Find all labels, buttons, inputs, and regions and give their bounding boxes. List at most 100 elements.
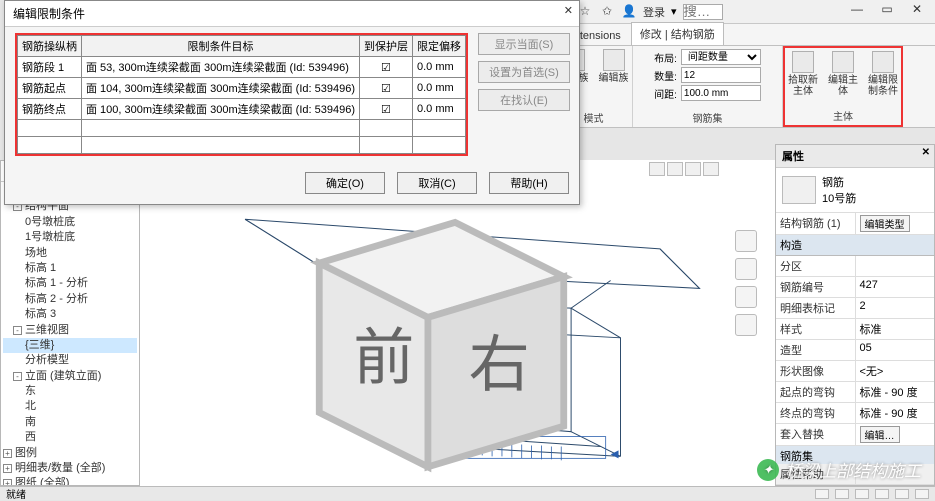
status-bar: 就绪 xyxy=(0,486,935,500)
tree-item[interactable]: 场地 xyxy=(3,246,137,261)
status-icon[interactable] xyxy=(915,489,929,499)
table-row: 钢筋终点面 100, 300m连续梁截面 300m连续梁截面 (Id: 5394… xyxy=(18,99,466,120)
type-thumb-icon xyxy=(782,176,816,204)
watermark: ✦ 桥梁上部结构施工 xyxy=(757,457,921,482)
ok-button[interactable]: 确定(O) xyxy=(305,172,385,194)
props-section[interactable]: 构造 xyxy=(776,235,934,256)
status-icon[interactable] xyxy=(855,489,869,499)
ribbon-tabs: Extensions 修改 | 结构钢筋 xyxy=(555,24,935,46)
tree-item: +图例 xyxy=(3,446,137,461)
ribbon-panel-rebar-set: 布局:间距数量 数量: 间距: 钢筋集 xyxy=(633,46,783,127)
help-button[interactable]: 帮助(H) xyxy=(489,172,569,194)
status-icon[interactable] xyxy=(835,489,849,499)
table-row xyxy=(18,137,466,154)
ribbon-panel-host: 拾取新主体 编辑主体 编辑限制条件 主体 xyxy=(783,46,903,127)
panel-label: 钢筋集 xyxy=(693,108,723,125)
orbit-icon[interactable] xyxy=(735,314,757,336)
status-icon[interactable] xyxy=(815,489,829,499)
edit-constraints-button[interactable]: 编辑限制条件 xyxy=(866,51,900,97)
edit-button[interactable]: 编辑… xyxy=(860,426,900,443)
set-preferred-button[interactable]: 设置为首选(S) xyxy=(478,61,570,83)
pan-icon[interactable] xyxy=(735,258,757,280)
tree-item[interactable]: 标高 1 - 分析 xyxy=(3,276,137,291)
tree-item[interactable]: 东 xyxy=(3,384,137,399)
tree-item[interactable]: 标高 3 xyxy=(3,307,137,322)
spacing-input[interactable] xyxy=(681,85,761,101)
find-ref-button[interactable]: 在找认(E) xyxy=(478,89,570,111)
minimize-button[interactable]: — xyxy=(843,2,871,22)
status-text: 就绪 xyxy=(6,486,26,501)
steering-wheel-icon[interactable] xyxy=(735,230,757,252)
layout-select[interactable]: 间距数量 xyxy=(681,49,761,65)
tree-item[interactable]: 0号墩桩底 xyxy=(3,215,137,230)
tree-item[interactable]: 标高 2 - 分析 xyxy=(3,292,137,307)
show-face-button[interactable]: 显示当面(S) xyxy=(478,33,570,55)
constraint-icon xyxy=(872,51,894,73)
prop-row: 造型05 xyxy=(776,340,934,361)
nav-bar xyxy=(735,230,757,336)
status-icon[interactable] xyxy=(875,489,889,499)
tree-item: -立面 (建筑立面) xyxy=(3,369,137,384)
favorite-icon[interactable]: ✩ xyxy=(599,4,615,20)
project-tree[interactable]: ⊡ 视图 (全部) -结构平面 0号墩桩底 1号墩桩底 场地 标高 1 标高 1… xyxy=(1,182,139,486)
prop-row: 分区 xyxy=(776,256,934,277)
dialog-footer: 确定(O) 取消(C) 帮助(H) xyxy=(5,166,579,204)
table-row: 钢筋起点面 104, 300m连续梁截面 300m连续梁截面 (Id: 5394… xyxy=(18,78,466,99)
tab-modify-rebar[interactable]: 修改 | 结构钢筋 xyxy=(631,22,724,45)
svg-text:前: 前 xyxy=(353,324,414,392)
panel-close-icon[interactable]: ✕ xyxy=(922,147,930,158)
tree-item: +明细表/数量 (全部) xyxy=(3,461,137,476)
pick-host-button[interactable]: 拾取新主体 xyxy=(786,51,820,97)
project-browser: 属性 ✕ ⊡ 视图 (全部) -结构平面 0号墩桩底 1号墩桩底 场地 标高 1… xyxy=(0,160,140,486)
qty-input[interactable] xyxy=(681,67,761,83)
edit-host-button[interactable]: 编辑主体 xyxy=(826,51,860,97)
tree-item[interactable]: 北 xyxy=(3,399,137,414)
status-icon[interactable] xyxy=(895,489,909,499)
edit-type-button[interactable]: 编辑类型 xyxy=(860,215,910,232)
tree-item[interactable]: 1号墩桩底 xyxy=(3,230,137,245)
edit-constraints-dialog: 编辑限制条件 ✕ 钢筋操纵柄 限制条件目标 到保护层 限定偏移 钢筋段 1面 5… xyxy=(4,0,580,205)
properties-panel: 属性✕ 钢筋 10号筋 结构钢筋 (1) 编辑类型 构造 分区 钢筋编号427 … xyxy=(775,144,935,486)
maximize-button[interactable]: ▭ xyxy=(873,2,901,22)
tree-item-selected[interactable]: {三维} xyxy=(3,338,137,353)
svg-text:右: 右 xyxy=(469,330,530,398)
login-link[interactable]: 登录 xyxy=(643,4,665,20)
user-icon[interactable]: 👤 xyxy=(621,4,637,20)
zoom-icon[interactable] xyxy=(735,286,757,308)
dialog-title: 编辑限制条件 xyxy=(13,7,85,21)
instance-row: 结构钢筋 (1) 编辑类型 xyxy=(776,213,934,235)
viewport-3d[interactable]: 前 右 xyxy=(140,160,775,486)
prop-row: 起点的弯钩标准 - 90 度 xyxy=(776,382,934,403)
table-row: 钢筋段 1面 53, 300m连续梁截面 300m连续梁截面 (Id: 5394… xyxy=(18,57,466,78)
dialog-side-buttons: 显示当面(S) 设置为首选(S) 在找认(E) xyxy=(478,33,570,156)
prop-row: 套入替换编辑… xyxy=(776,424,934,446)
type-label: 钢筋 10号筋 xyxy=(822,174,856,206)
tree-item[interactable]: 西 xyxy=(3,430,137,445)
dialog-close-icon[interactable]: ✕ xyxy=(564,4,573,17)
prop-row: 明细表标记2 xyxy=(776,298,934,319)
dropdown-icon[interactable]: ▾ xyxy=(671,5,677,18)
layout-label: 布局: xyxy=(654,50,677,65)
wechat-icon: ✦ xyxy=(757,459,779,481)
tree-item[interactable]: 南 xyxy=(3,415,137,430)
tree-item: -三维视图 xyxy=(3,323,137,338)
help-search-input[interactable] xyxy=(683,4,723,20)
type-selector[interactable]: 钢筋 10号筋 xyxy=(776,168,934,213)
family-icon xyxy=(603,49,625,71)
titlebar: 👓 ☆ ✩ 👤 登录 ▾ — ▭ ✕ xyxy=(555,0,935,24)
mode-btn-2[interactable]: 编辑族 xyxy=(597,49,631,84)
tree-item: +图纸 (全部) xyxy=(3,476,137,486)
table-header-row: 钢筋操纵柄 限制条件目标 到保护层 限定偏移 xyxy=(18,36,466,57)
prop-row: 钢筋编号427 xyxy=(776,277,934,298)
panel-label: 模式 xyxy=(584,108,604,125)
spacing-label: 间距: xyxy=(654,86,677,101)
view-cube[interactable]: 前 右 xyxy=(124,168,759,494)
tree-item[interactable]: 分析模型 xyxy=(3,353,137,368)
tree-item[interactable]: 标高 1 xyxy=(3,261,137,276)
pick-icon xyxy=(792,51,814,73)
close-button[interactable]: ✕ xyxy=(903,2,931,22)
dialog-title-bar[interactable]: 编辑限制条件 ✕ xyxy=(5,1,579,27)
constraints-table[interactable]: 钢筋操纵柄 限制条件目标 到保护层 限定偏移 钢筋段 1面 53, 300m连续… xyxy=(17,35,466,154)
prop-row: 形状图像<无> xyxy=(776,361,934,382)
cancel-button[interactable]: 取消(C) xyxy=(397,172,477,194)
